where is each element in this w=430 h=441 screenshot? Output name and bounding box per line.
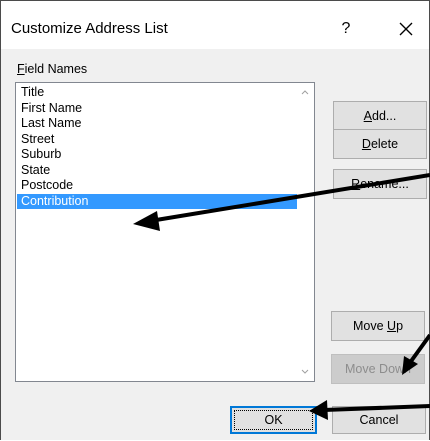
scroll-down-arrow-icon[interactable] xyxy=(297,364,313,380)
add-accel: A xyxy=(363,109,372,123)
close-icon[interactable] xyxy=(393,16,419,42)
rename-label: ename... xyxy=(360,177,409,191)
ok-button[interactable]: OK xyxy=(230,406,317,434)
list-item-postcode[interactable]: Postcode xyxy=(17,178,299,194)
list-item-last-name[interactable]: Last Name xyxy=(17,116,299,132)
rename-accel: R xyxy=(351,177,361,191)
field-names-accel: F xyxy=(17,62,25,76)
field-names-label: Field Names xyxy=(17,62,87,76)
vertical-scrollbar[interactable] xyxy=(297,84,313,380)
dialog-title: Customize Address List xyxy=(11,20,168,37)
add-button[interactable]: Add... xyxy=(333,101,427,131)
delete-button[interactable]: Delete xyxy=(333,129,427,159)
move-up-accel: U xyxy=(387,319,397,333)
add-label: dd... xyxy=(372,109,397,123)
delete-accel: D xyxy=(361,137,371,151)
cancel-button[interactable]: Cancel xyxy=(332,406,426,434)
move-up-prefix: Move xyxy=(352,319,388,333)
list-item-suburb[interactable]: Suburb xyxy=(17,147,299,163)
move-down-button[interactable]: Move Down xyxy=(331,354,425,384)
delete-label: elete xyxy=(370,137,399,151)
rename-button[interactable]: Rename... xyxy=(333,169,427,199)
list-item-street[interactable]: Street xyxy=(17,132,299,148)
field-names-list: Title First Name Last Name Street Suburb Stat… xyxy=(17,85,299,209)
list-item-first-name[interactable]: First Name xyxy=(17,101,299,117)
field-names-label-text: ield Names xyxy=(24,62,88,76)
title-bar: Customize Address List ? xyxy=(1,1,429,49)
move-up-button[interactable]: Move Up xyxy=(331,311,425,341)
customize-address-list-dialog: Customize Address List ? Field Names Tit… xyxy=(0,0,430,440)
list-item-contribution[interactable]: Contribution xyxy=(17,193,299,209)
list-item-title[interactable]: Title xyxy=(17,85,299,101)
field-names-listbox[interactable]: Title First Name Last Name Street Suburb Stat… xyxy=(15,82,315,382)
ok-label: OK xyxy=(234,410,313,430)
move-up-rest: p xyxy=(396,319,404,333)
scroll-up-arrow-icon[interactable] xyxy=(297,84,313,100)
help-button[interactable]: ? xyxy=(334,17,358,41)
list-item-state[interactable]: State xyxy=(17,163,299,179)
